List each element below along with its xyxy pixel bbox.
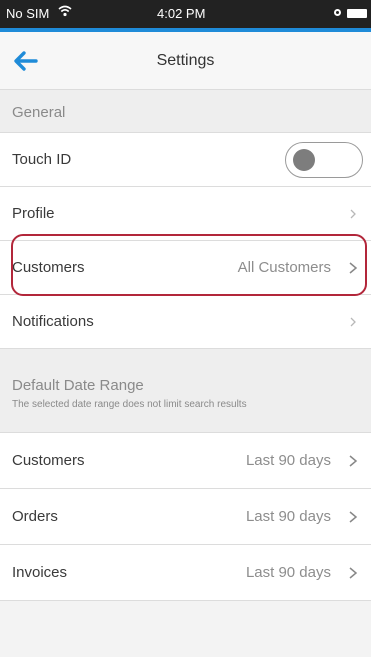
- date-range-value: Last 90 days: [245, 452, 331, 469]
- battery-icon: [347, 9, 367, 18]
- date-range-row-invoices[interactable]: Invoices Last 90 days: [0, 545, 371, 601]
- rotation-lock-icon: [334, 9, 341, 16]
- customers-value: All Customers: [237, 259, 331, 276]
- notifications-label: Notifications: [12, 313, 94, 330]
- section-note-date-range: The selected date range does not limit s…: [12, 399, 247, 410]
- toggle-knob: [293, 149, 315, 171]
- section-title-date-range: Default Date Range: [12, 377, 144, 394]
- date-range-value: Last 90 days: [245, 508, 331, 525]
- customers-filter-row[interactable]: Customers All Customers: [0, 241, 371, 295]
- date-range-value: Last 90 days: [245, 564, 331, 581]
- section-header-general: General: [0, 90, 371, 133]
- carrier-label: No SIM: [6, 6, 50, 21]
- chevron-right-icon: [349, 262, 358, 274]
- nav-header: Settings: [0, 32, 371, 90]
- status-bar: No SIM 4:02 PM: [0, 0, 371, 28]
- section-header-date-range: Default Date Range The selected date ran…: [0, 349, 371, 433]
- date-range-row-orders[interactable]: Orders Last 90 days: [0, 489, 371, 545]
- chevron-right-icon: [350, 209, 356, 219]
- profile-row[interactable]: Profile: [0, 187, 371, 241]
- chevron-right-icon: [350, 317, 356, 327]
- chevron-right-icon: [349, 567, 358, 579]
- section-title-general: General: [12, 104, 66, 121]
- profile-label: Profile: [12, 205, 55, 222]
- touch-id-row: Touch ID: [0, 133, 371, 187]
- page-title: Settings: [156, 52, 215, 69]
- date-range-label: Customers: [12, 452, 85, 469]
- date-range-label: Invoices: [12, 564, 68, 581]
- wifi-icon: [58, 5, 72, 17]
- customers-label: Customers: [12, 259, 85, 276]
- touch-id-toggle[interactable]: [285, 142, 363, 178]
- date-range-label: Orders: [12, 508, 58, 525]
- date-range-row-customers[interactable]: Customers Last 90 days: [0, 433, 371, 489]
- settings-screen: No SIM 4:02 PM Settings General Touch ID…: [0, 0, 371, 657]
- clock-label: 4:02 PM: [157, 6, 206, 21]
- touch-id-label: Touch ID: [12, 151, 72, 168]
- chevron-right-icon: [349, 511, 358, 523]
- chevron-right-icon: [349, 455, 358, 467]
- notifications-row[interactable]: Notifications: [0, 295, 371, 349]
